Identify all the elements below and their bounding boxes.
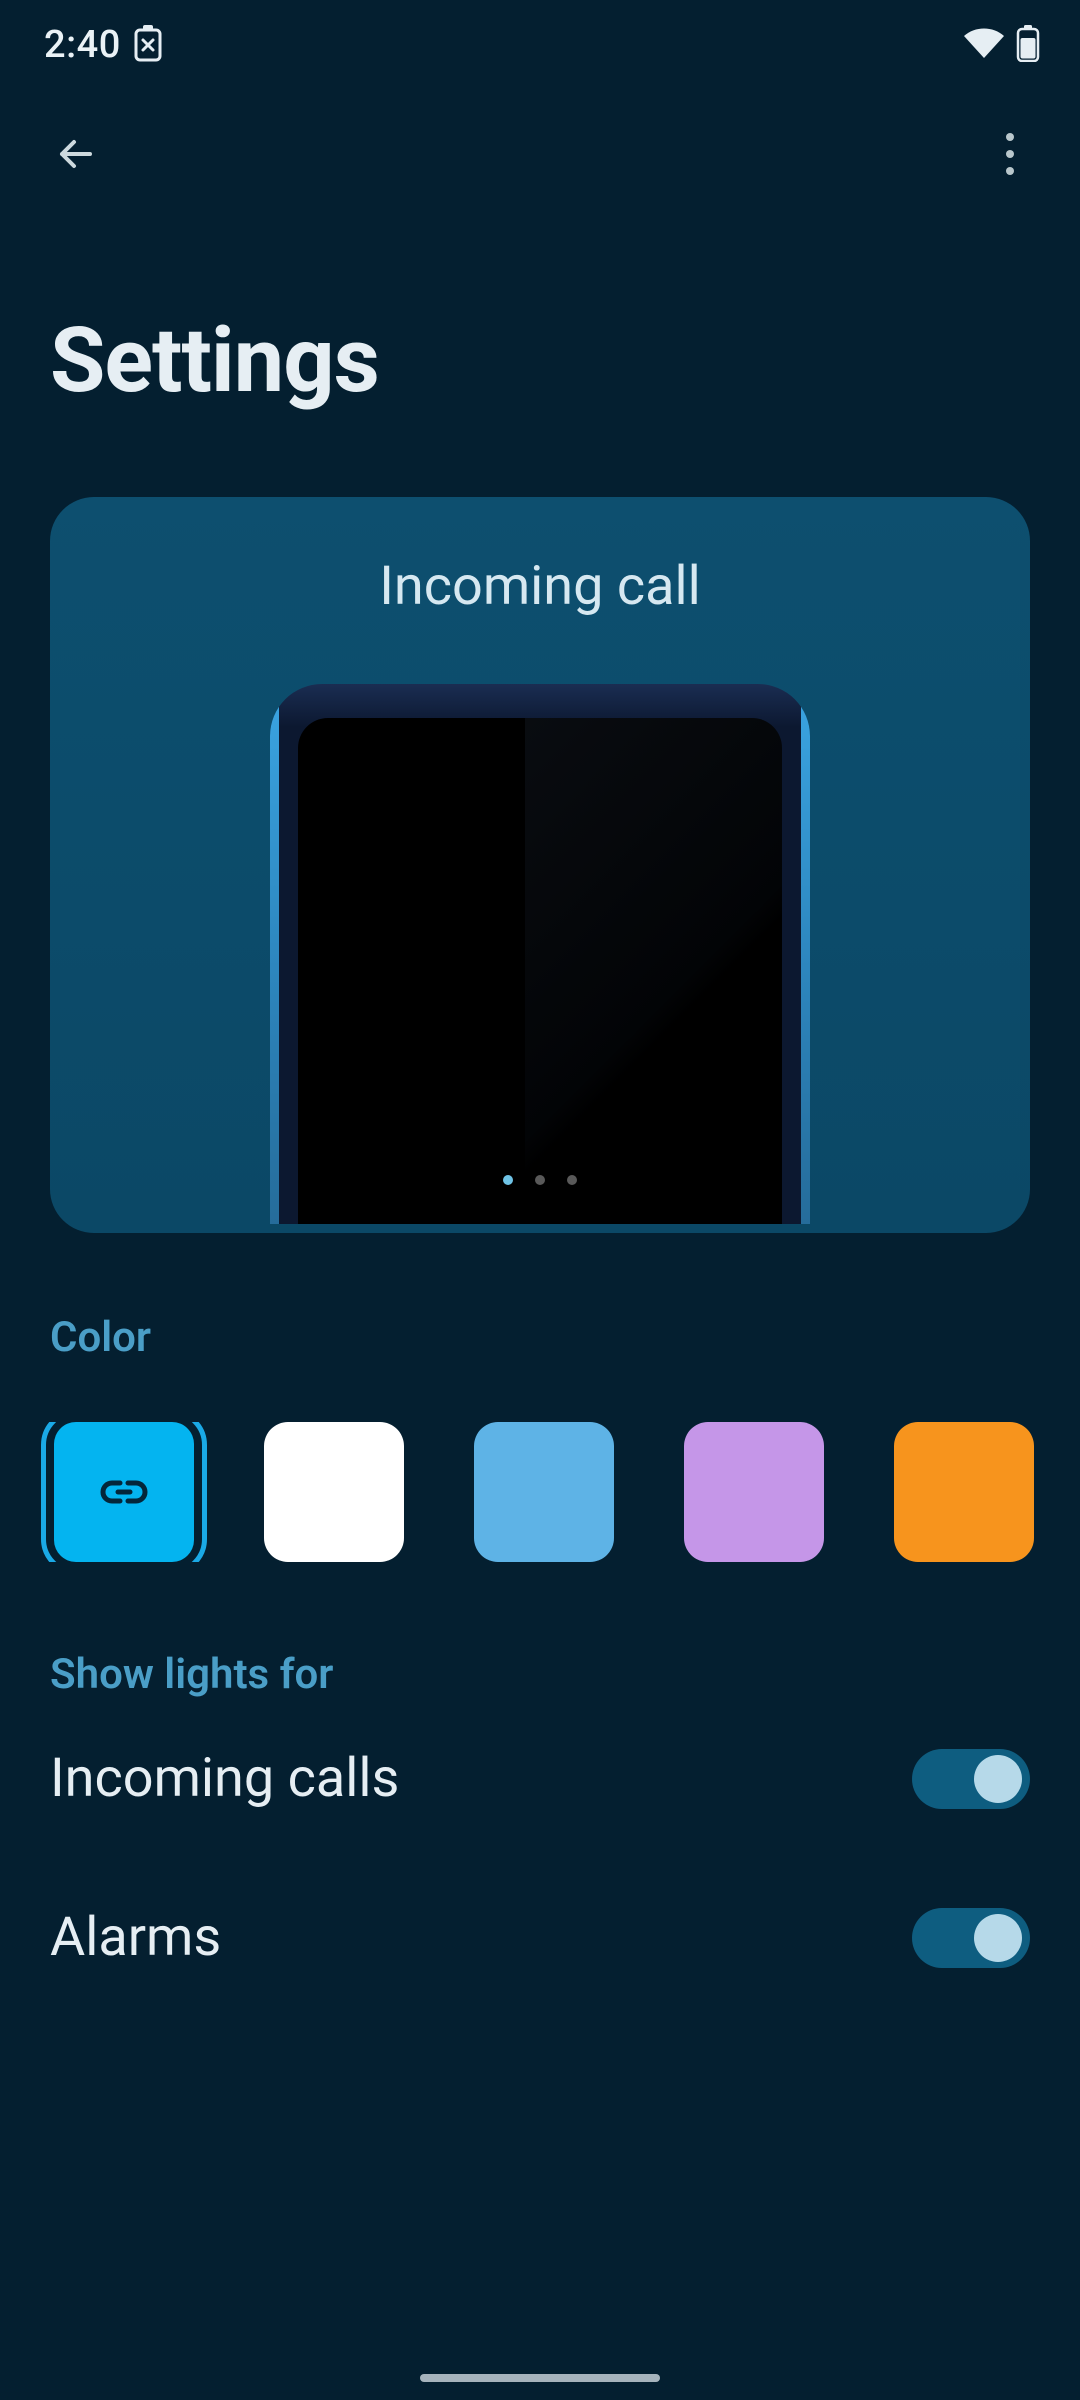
phone-screen-glare bbox=[525, 718, 782, 1224]
section-label-show-lights: Show lights for bbox=[0, 1650, 1080, 1699]
wifi-icon bbox=[962, 26, 1006, 64]
nav-handle[interactable] bbox=[420, 2374, 660, 2382]
status-left: 2:40 bbox=[44, 23, 163, 67]
page-dot-0 bbox=[503, 1175, 513, 1185]
back-button[interactable] bbox=[40, 118, 112, 190]
page-dot-1 bbox=[535, 1175, 545, 1185]
page-title: Settings bbox=[0, 218, 1080, 473]
arrow-left-icon bbox=[52, 130, 100, 178]
color-swatch-sky-blue[interactable] bbox=[474, 1422, 614, 1562]
color-swatch-white[interactable] bbox=[264, 1422, 404, 1562]
status-bar: 2:40 bbox=[0, 0, 1080, 90]
link-icon bbox=[96, 1464, 152, 1520]
toggle-row-incoming-calls[interactable]: Incoming calls bbox=[0, 1699, 1080, 1858]
preview-card[interactable]: Incoming call bbox=[50, 497, 1030, 1233]
status-time: 2:40 bbox=[44, 23, 121, 67]
phone-mockup bbox=[270, 684, 810, 1224]
app-bar bbox=[0, 90, 1080, 218]
page-indicator bbox=[503, 1175, 577, 1185]
section-label-color: Color bbox=[0, 1313, 1080, 1362]
color-swatch-lavender[interactable] bbox=[684, 1422, 824, 1562]
toggle-alarms[interactable] bbox=[912, 1908, 1030, 1968]
toggle-thumb bbox=[974, 1755, 1022, 1803]
toggle-label-alarms: Alarms bbox=[50, 1906, 221, 1969]
more-vert-icon bbox=[1005, 132, 1015, 176]
toggle-row-alarms[interactable]: Alarms bbox=[0, 1858, 1080, 2017]
phone-frame bbox=[270, 684, 810, 1224]
status-right bbox=[962, 24, 1040, 66]
page-dot-2 bbox=[567, 1175, 577, 1185]
phone-edge-left bbox=[270, 696, 279, 1224]
battery-icon bbox=[1016, 24, 1040, 66]
color-swatch-link-accent[interactable] bbox=[41, 1422, 207, 1562]
show-lights-section: Show lights for Incoming calls Alarms bbox=[0, 1650, 1080, 2017]
battery-saver-icon bbox=[133, 24, 163, 66]
color-swatches[interactable] bbox=[0, 1422, 1080, 1562]
phone-screen bbox=[298, 718, 782, 1224]
preview-title: Incoming call bbox=[379, 555, 701, 618]
toggle-label-incoming-calls: Incoming calls bbox=[50, 1747, 399, 1810]
more-button[interactable] bbox=[974, 118, 1046, 190]
toggle-incoming-calls[interactable] bbox=[912, 1749, 1030, 1809]
color-swatch-orange[interactable] bbox=[894, 1422, 1034, 1562]
toggle-thumb bbox=[974, 1914, 1022, 1962]
phone-edge-right bbox=[801, 696, 810, 1224]
